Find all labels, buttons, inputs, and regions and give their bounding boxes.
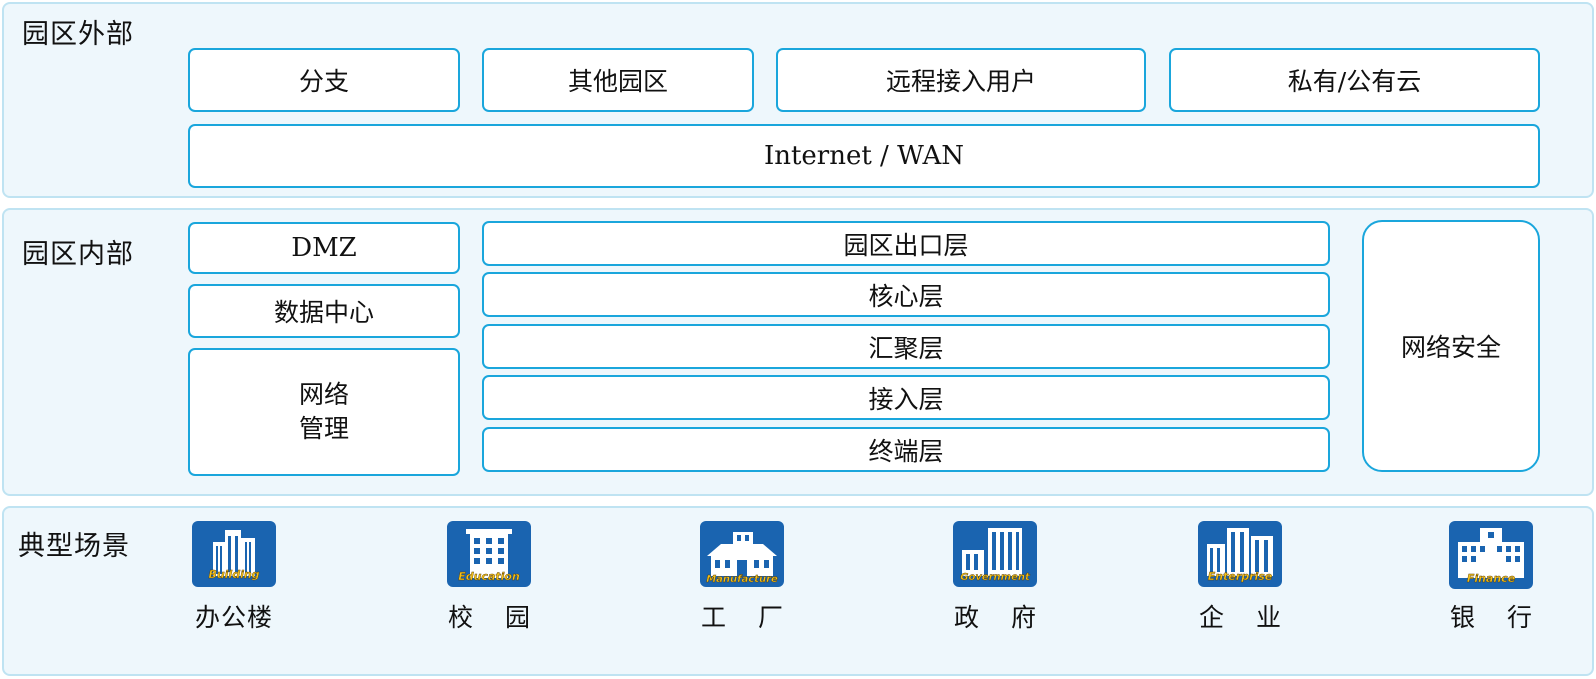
scenario-label-factory: 工 厂 [701, 603, 795, 632]
scenario-zone: 典型场景 Building 办公楼 Education 校 园 Manufact… [2, 506, 1594, 676]
network-security-box: 网络安全 [1362, 220, 1540, 472]
office-building-icon: Building [192, 521, 276, 587]
layer-terminal: 终端层 [482, 427, 1330, 472]
bank-icon: Finance [1449, 521, 1533, 589]
dmz-box: DMZ [188, 222, 460, 274]
scenario-label-office: 办公楼 [194, 603, 273, 632]
cloud-box: 私有/公有云 [1169, 48, 1540, 112]
enterprise-icon-text: Enterprise [1208, 570, 1273, 583]
scenario-factory: Manufacture 工 厂 [677, 520, 807, 634]
factory-icon-text: Manufacture [706, 574, 778, 585]
school-icon-text: Education [458, 570, 520, 583]
scenario-label-government: 政 府 [954, 603, 1048, 632]
scenario-zone-title: 典型场景 [18, 531, 130, 562]
scenario-label-enterprise: 企 业 [1199, 603, 1293, 632]
layer-access: 接入层 [482, 375, 1330, 420]
layer-egress: 园区出口层 [482, 221, 1330, 266]
branch-box: 分支 [188, 48, 460, 112]
scenario-campus: Education 校 园 [424, 520, 554, 634]
school-icon: Education [447, 521, 531, 587]
scenario-label-campus: 校 园 [448, 603, 542, 632]
internet-wan-box: Internet / WAN [188, 124, 1540, 188]
other-campus-box: 其他园区 [482, 48, 754, 112]
datacenter-box: 数据中心 [188, 284, 460, 338]
layer-core: 核心层 [482, 272, 1330, 317]
network-management-line1: 网络 [298, 380, 349, 409]
scenario-label-bank: 银 行 [1450, 603, 1544, 632]
scenario-office: Building 办公楼 [169, 520, 299, 634]
inside-zone: 园区内部 DMZ 数据中心 网络 管理 园区出口层 核心层 汇聚层 接入层 终端… [2, 208, 1594, 496]
inside-zone-title: 园区内部 [22, 239, 134, 270]
office-icon-text: Building [208, 568, 259, 581]
network-management-line2: 管理 [298, 414, 349, 443]
layer-aggregation: 汇聚层 [482, 324, 1330, 369]
government-icon-text: Government [960, 572, 1031, 583]
scenario-enterprise: Enterprise 企 业 [1175, 520, 1305, 634]
factory-icon: Manufacture [700, 521, 784, 587]
enterprise-icon: Enterprise [1198, 521, 1282, 587]
remote-user-box: 远程接入用户 [776, 48, 1146, 112]
bank-icon-text: Finance [1467, 572, 1516, 585]
network-management-box: 网络 管理 [188, 348, 460, 476]
scenario-bank: Finance 银 行 [1426, 520, 1556, 634]
government-icon: Government [953, 521, 1037, 587]
scenario-government: Government 政 府 [930, 520, 1060, 634]
outside-zone: 园区外部 分支 其他园区 远程接入用户 私有/公有云 Internet / WA… [2, 2, 1594, 198]
outside-zone-title: 园区外部 [22, 19, 134, 50]
